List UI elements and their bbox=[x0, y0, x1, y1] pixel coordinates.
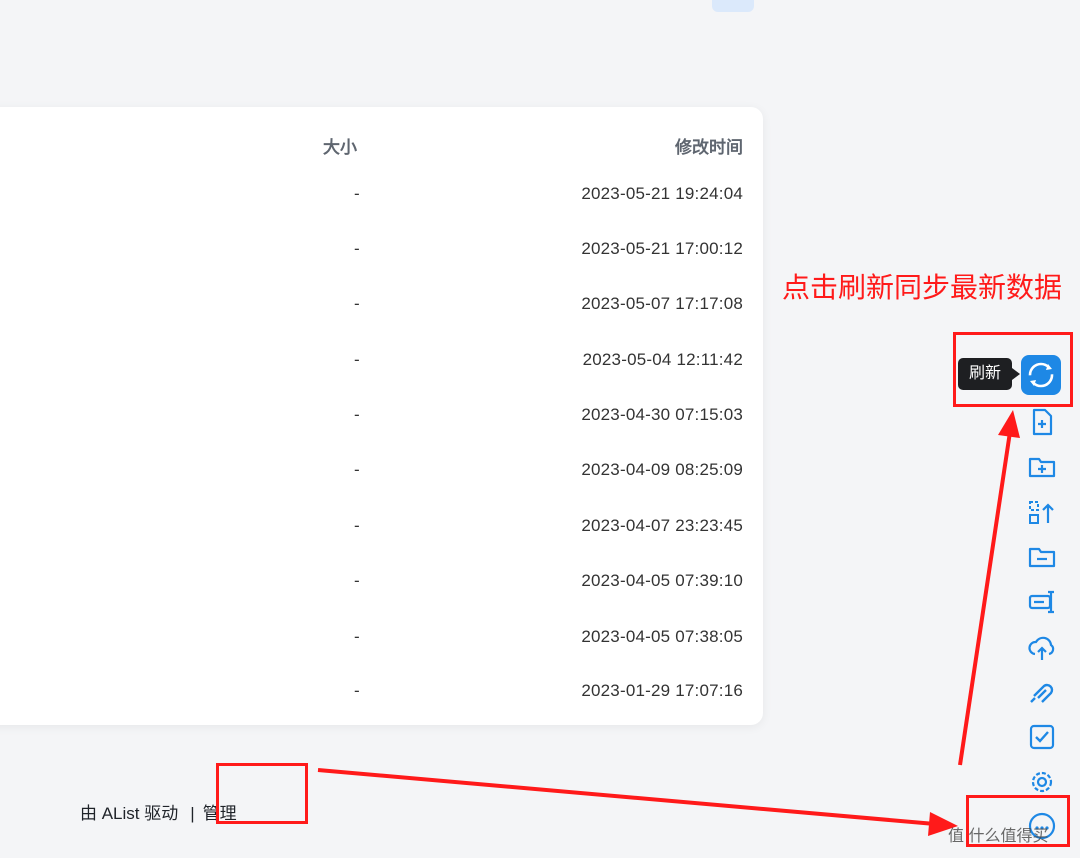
row-size: - bbox=[354, 516, 360, 535]
rename-button[interactable] bbox=[1026, 586, 1058, 618]
new-folder-icon bbox=[1028, 457, 1056, 478]
table-row[interactable]: - 2023-04-07 23:23:45 bbox=[0, 498, 763, 553]
settings-icon bbox=[1031, 771, 1053, 793]
table-row[interactable]: - 2023-05-04 12:11:42 bbox=[0, 332, 763, 387]
settings-button[interactable] bbox=[1026, 766, 1058, 798]
new-folder-button[interactable] bbox=[1026, 451, 1058, 483]
row-size: - bbox=[354, 184, 360, 203]
footer-separator: | bbox=[190, 804, 195, 823]
row-modified: 2023-04-30 07:15:03 bbox=[581, 405, 743, 424]
row-modified: 2023-04-05 07:39:10 bbox=[581, 571, 743, 590]
table-row[interactable]: - 2023-05-07 17:17:08 bbox=[0, 276, 763, 331]
powered-by-text: 由 AList 驱动 bbox=[80, 804, 179, 823]
row-size: - bbox=[354, 627, 360, 646]
column-header-size[interactable]: 大小 bbox=[323, 133, 357, 158]
new-file-button[interactable] bbox=[1026, 406, 1058, 438]
upload-icon bbox=[1028, 636, 1055, 660]
upload-button[interactable] bbox=[1026, 632, 1058, 664]
table-row[interactable]: - 2023-05-21 19:24:04 bbox=[0, 166, 763, 221]
recursive-move-button[interactable] bbox=[1026, 497, 1058, 529]
table-row[interactable]: - 2023-04-05 07:38:05 bbox=[0, 609, 763, 664]
table-row[interactable]: - 2023-01-29 17:07:16 bbox=[0, 663, 763, 718]
annotation-box-manage bbox=[216, 763, 308, 824]
row-modified: 2023-04-05 07:38:05 bbox=[581, 627, 743, 646]
refresh-tooltip: 刷新 bbox=[958, 358, 1020, 390]
page-footer: 由 AList 驱动 | 管理 bbox=[80, 799, 237, 824]
site-watermark: 值 什么值得买 bbox=[948, 828, 1049, 845]
row-size: - bbox=[354, 571, 360, 590]
annotation-text: 点击刷新同步最新数据 bbox=[782, 272, 1063, 303]
top-action-button[interactable] bbox=[712, 0, 754, 12]
folder-icon bbox=[1028, 547, 1056, 568]
row-size: - bbox=[354, 350, 360, 369]
row-modified: 2023-05-04 12:11:42 bbox=[582, 350, 743, 369]
refresh-icon bbox=[1028, 362, 1054, 388]
refresh-button[interactable] bbox=[1021, 355, 1061, 395]
folder-button[interactable] bbox=[1026, 541, 1058, 573]
row-size: - bbox=[354, 460, 360, 479]
select-icon bbox=[1029, 724, 1055, 750]
row-modified: 2023-05-07 17:17:08 bbox=[581, 294, 743, 313]
table-row[interactable]: - 2023-04-09 08:25:09 bbox=[0, 442, 763, 497]
row-modified: 2023-05-21 19:24:04 bbox=[581, 184, 743, 203]
table-row[interactable]: - 2023-05-21 17:00:12 bbox=[0, 221, 763, 276]
recursive-move-icon bbox=[1029, 501, 1054, 524]
new-file-icon bbox=[1032, 408, 1053, 436]
row-modified: 2023-05-21 17:00:12 bbox=[581, 239, 743, 258]
row-size: - bbox=[354, 294, 360, 313]
row-size: - bbox=[354, 239, 360, 258]
table-row[interactable]: - 2023-04-30 07:15:03 bbox=[0, 387, 763, 442]
row-size: - bbox=[354, 405, 360, 424]
row-modified: 2023-04-09 08:25:09 bbox=[581, 460, 743, 479]
row-modified: 2023-04-07 23:23:45 bbox=[581, 516, 743, 535]
offline-download-icon bbox=[1030, 683, 1054, 703]
row-size: - bbox=[354, 681, 360, 700]
offline-download-button[interactable] bbox=[1026, 676, 1058, 708]
file-list-card: 大小 修改时间 - 2023-05-21 19:24:04 - 2023-05-… bbox=[0, 107, 763, 725]
select-button[interactable] bbox=[1026, 721, 1058, 753]
column-header-modified[interactable]: 修改时间 bbox=[675, 133, 743, 158]
table-row[interactable]: - 2023-04-05 07:39:10 bbox=[0, 553, 763, 608]
rename-icon bbox=[1028, 590, 1054, 614]
row-modified: 2023-01-29 17:07:16 bbox=[581, 681, 743, 700]
